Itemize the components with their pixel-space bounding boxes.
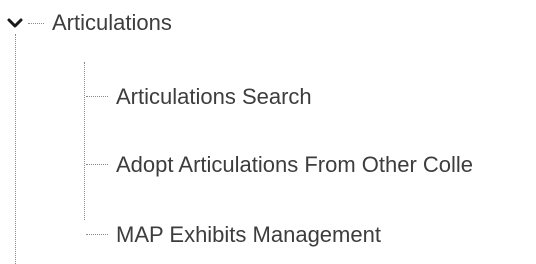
navigation-tree: Articulations Articulations Search Adopt… xyxy=(0,0,536,264)
tree-node-map-exhibits-management[interactable]: MAP Exhibits Management xyxy=(82,220,536,250)
tree-node-label[interactable]: Articulations xyxy=(52,10,172,36)
tree-node-articulations-search[interactable]: Articulations Search xyxy=(82,82,536,112)
tree-node-label[interactable]: MAP Exhibits Management xyxy=(116,222,381,248)
tree-node-label[interactable]: Articulations Search xyxy=(116,84,312,110)
tree-node-adopt-articulations[interactable]: Adopt Articulations From Other Colle xyxy=(82,150,536,180)
tree-connector xyxy=(86,96,108,97)
chevron-down-icon[interactable] xyxy=(6,14,24,32)
tree-connector xyxy=(86,234,108,235)
tree-connector xyxy=(28,23,44,24)
tree-node-label[interactable]: Adopt Articulations From Other Colle xyxy=(116,152,473,178)
tree-guide-line-root xyxy=(15,34,16,264)
tree-connector xyxy=(86,164,108,165)
